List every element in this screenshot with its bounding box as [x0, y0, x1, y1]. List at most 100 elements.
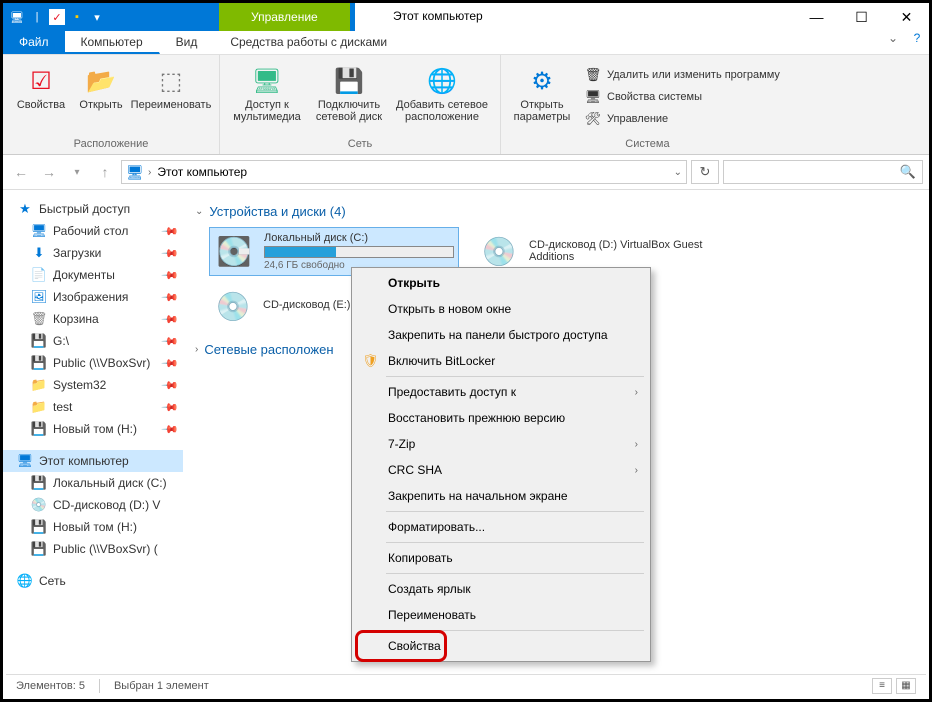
manage-button[interactable]: 🛠Управление: [581, 109, 784, 129]
add-network-button[interactable]: 🌐 Добавить сетевое расположение: [392, 63, 492, 125]
add-network-icon: 🌐: [426, 65, 458, 97]
downloads-icon: ⬇: [31, 245, 47, 261]
cd-icon: 💿: [31, 497, 47, 513]
network-drive-icon: 💾: [31, 541, 47, 557]
close-button[interactable]: ✕: [884, 3, 929, 31]
cm-rename[interactable]: Переименовать: [354, 602, 648, 628]
open-params-button[interactable]: ⚙ Открыть параметры: [509, 63, 575, 125]
pc-icon: 🖥: [17, 453, 33, 469]
drive-icon: 💾: [31, 421, 47, 437]
sidebar-desktop[interactable]: 🖥Рабочий стол📌: [3, 220, 183, 242]
cm-shortcut[interactable]: Создать ярлык: [354, 576, 648, 602]
sidebar-item-label: Public (\\VBoxSvr): [53, 356, 150, 370]
sidebar-newvol[interactable]: 💾Новый том (H:)📌: [3, 418, 183, 440]
sidebar-item-label: Новый том (H:): [53, 520, 137, 534]
sidebar-item-label: Локальный диск (C:): [53, 476, 167, 490]
details-view-button[interactable]: ≡: [872, 678, 892, 694]
cm-pin-start[interactable]: Закрепить на начальном экране: [354, 483, 648, 509]
sidebar-item-label: Документы: [53, 268, 115, 282]
breadcrumb-location[interactable]: Этот компьютер: [157, 165, 247, 179]
menu-computer[interactable]: Компьютер: [65, 31, 160, 54]
open-icon: 📂: [85, 65, 117, 97]
cm-open-new[interactable]: Открыть в новом окне: [354, 296, 648, 322]
overflow-icon[interactable]: ▾: [89, 9, 105, 25]
nav-forward-button[interactable]: →: [37, 160, 61, 184]
properties-button[interactable]: ☑ Свойства: [11, 63, 71, 113]
sys-props-button[interactable]: 🖥Свойства системы: [581, 87, 784, 107]
nav-history-button[interactable]: ▾: [65, 160, 89, 184]
media-access-button[interactable]: 🖥 Доступ к мультимедиа: [228, 63, 306, 125]
open-button[interactable]: 📂 Открыть: [75, 63, 127, 113]
map-drive-button[interactable]: 💾 Подключить сетевой диск: [310, 63, 388, 125]
cm-bitlocker[interactable]: 🛡Включить BitLocker: [354, 348, 648, 374]
sidebar-documents[interactable]: 📄Документы📌: [3, 264, 183, 286]
sidebar-pictures[interactable]: 🖼 Изображения 📌: [3, 286, 183, 308]
sidebar-public2[interactable]: 💾Public (\\VBoxSvr) (: [3, 538, 183, 560]
breadcrumb-arrow[interactable]: ›: [148, 167, 151, 178]
sidebar-network[interactable]: 🌐Сеть: [3, 570, 183, 592]
collapse-ribbon-icon[interactable]: ⌄: [881, 31, 905, 54]
refresh-button[interactable]: ↻: [691, 160, 719, 184]
titlebar: 🖥 | ✓ ▪ ▾ Управление Этот компьютер — ☐ …: [3, 3, 929, 31]
ribbon-group-location: ☑ Свойства 📂 Открыть ⬚ Переименовать Рас…: [3, 55, 220, 154]
sidebar-item-label: System32: [53, 378, 106, 392]
maximize-button[interactable]: ☐: [839, 3, 884, 31]
sidebar-item-label: test: [53, 400, 72, 414]
help-icon[interactable]: ?: [905, 31, 929, 54]
sidebar-this-pc[interactable]: 🖥Этот компьютер: [3, 450, 183, 472]
star-icon: ★: [17, 201, 33, 217]
pin-icon: 📌: [161, 244, 180, 263]
cm-copy[interactable]: Копировать: [354, 545, 648, 571]
properties-label: Свойства: [17, 99, 65, 111]
sidebar-item-label: Рабочий стол: [53, 224, 128, 238]
rename-button[interactable]: ⬚ Переименовать: [131, 63, 211, 113]
sidebar-test[interactable]: 📁test📌: [3, 396, 183, 418]
cd-icon: 💿: [479, 234, 519, 270]
check-icon[interactable]: ✓: [49, 9, 65, 25]
cm-share[interactable]: Предоставить доступ к›: [354, 379, 648, 405]
pin-icon: 📌: [161, 288, 180, 307]
sidebar-quick-access[interactable]: ★Быстрый доступ: [3, 198, 183, 220]
pin-icon: 📌: [161, 222, 180, 241]
sidebar-local-c[interactable]: 💾Локальный диск (C:): [3, 472, 183, 494]
chevron-down-icon: ⌄: [195, 206, 203, 217]
cm-restore[interactable]: Восстановить прежнюю версию: [354, 405, 648, 431]
sidebar-trash[interactable]: 🗑Корзина📌: [3, 308, 183, 330]
cm-crc[interactable]: CRC SHA›: [354, 457, 648, 483]
group-system-label: Система: [509, 136, 786, 150]
nav-back-button[interactable]: ←: [9, 160, 33, 184]
menu-file[interactable]: Файл: [3, 31, 65, 54]
network-icon: 🌐: [17, 573, 33, 589]
tiles-view-button[interactable]: ▦: [896, 678, 916, 694]
ribbon-group-network: 🖥 Доступ к мультимедиа 💾 Подключить сете…: [220, 55, 501, 154]
uninstall-button[interactable]: 🗑Удалить или изменить программу: [581, 65, 784, 85]
ribbon-context-tab[interactable]: Управление: [219, 3, 350, 31]
cm-open[interactable]: Открыть: [354, 270, 648, 296]
cm-format[interactable]: Форматировать...: [354, 514, 648, 540]
sidebar-public[interactable]: 💾Public (\\VBoxSvr)📌: [3, 352, 183, 374]
statusbar: Элементов: 5 Выбран 1 элемент ≡ ▦: [6, 674, 926, 696]
window-title: Этот компьютер: [393, 9, 483, 23]
menu-view[interactable]: Вид: [160, 31, 215, 54]
sidebar-item-label: Изображения: [53, 290, 128, 304]
sidebar-system32[interactable]: 📁System32📌: [3, 374, 183, 396]
search-box[interactable]: 🔍: [723, 160, 923, 184]
nav-up-button[interactable]: ↑: [93, 160, 117, 184]
cm-7zip-label: 7-Zip: [388, 437, 415, 451]
minimize-button[interactable]: —: [794, 3, 839, 31]
menu-disks[interactable]: Средства работы с дисками: [214, 31, 404, 54]
map-drive-icon: 💾: [333, 65, 365, 97]
address-dropdown-icon[interactable]: ⌄: [674, 167, 682, 178]
cm-properties[interactable]: Свойства: [354, 633, 648, 659]
folder-icon[interactable]: ▪: [69, 9, 85, 25]
cm-7zip[interactable]: 7-Zip›: [354, 431, 648, 457]
sidebar-new-h[interactable]: 💾Новый том (H:): [3, 516, 183, 538]
address-bar[interactable]: 🖥 › Этот компьютер ⌄: [121, 160, 687, 184]
sidebar-cd-d[interactable]: 💿CD-дисковод (D:) V: [3, 494, 183, 516]
sidebar-downloads[interactable]: ⬇Загрузки📌: [3, 242, 183, 264]
drive-c-name: Локальный диск (C:): [264, 232, 454, 244]
pictures-icon: 🖼: [31, 289, 47, 305]
section-drives-header[interactable]: ⌄ Устройства и диски (4): [195, 204, 921, 219]
sidebar-g-drive[interactable]: 💾G:\📌: [3, 330, 183, 352]
cm-pin-qa[interactable]: Закрепить на панели быстрого доступа: [354, 322, 648, 348]
